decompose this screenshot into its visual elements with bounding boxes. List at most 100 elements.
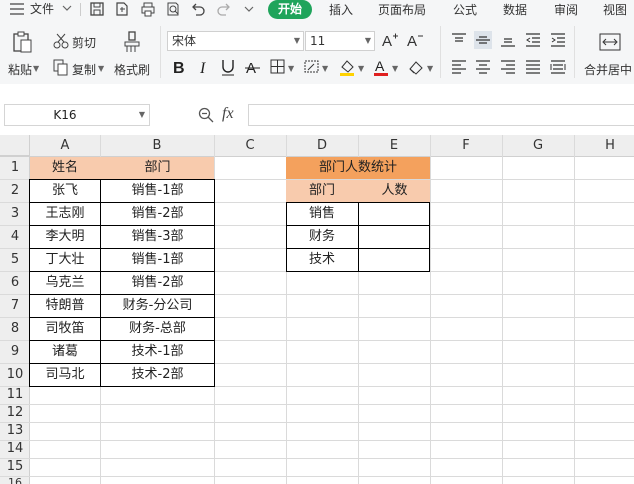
increase-font-size-icon[interactable]: A	[381, 31, 399, 49]
row-header-8[interactable]: 8	[0, 317, 30, 340]
column-header-a[interactable]: A	[30, 135, 100, 156]
merge-center-button[interactable]: 合并居中	[584, 61, 632, 78]
row-header-16[interactable]: 16	[0, 476, 30, 484]
cell-b4[interactable]: 销售-3部	[101, 225, 214, 248]
align-middle-icon[interactable]	[474, 31, 492, 49]
tab-view[interactable]: 视图	[603, 1, 627, 19]
fill-color-icon[interactable]	[338, 58, 356, 76]
chevron-down-icon[interactable]	[62, 2, 72, 17]
font-name-select[interactable]: 宋体 ▼	[167, 31, 304, 51]
insert-function-button[interactable]: fx	[222, 105, 234, 123]
cell-a4[interactable]: 李大明	[30, 225, 100, 248]
name-box[interactable]: K16 ▼	[4, 104, 150, 126]
row-header-9[interactable]: 9	[0, 340, 30, 363]
row-header-3[interactable]: 3	[0, 202, 30, 225]
cell-b1[interactable]: 部门	[101, 156, 214, 179]
cell-b10[interactable]: 技术-2部	[101, 363, 214, 386]
export-pdf-icon[interactable]	[114, 1, 130, 17]
row-header-2[interactable]: 2	[0, 179, 30, 202]
cell-d2[interactable]: 部门	[286, 179, 358, 202]
row-header-12[interactable]: 12	[0, 404, 30, 422]
cell-d3[interactable]: 销售	[286, 202, 358, 225]
cell-d4[interactable]: 财务	[286, 225, 358, 248]
paste-button[interactable]: 粘贴	[8, 61, 32, 78]
hamburger-menu-icon[interactable]	[10, 3, 24, 18]
column-header-d[interactable]: D	[286, 135, 358, 156]
cell-style-icon[interactable]	[303, 58, 321, 76]
row-header-13[interactable]: 13	[0, 422, 30, 440]
font-color-icon[interactable]: A	[372, 58, 390, 76]
clear-format-dropdown-icon[interactable]: ▼	[427, 64, 433, 73]
cell-e5[interactable]	[359, 248, 430, 271]
scissors-icon[interactable]	[52, 32, 70, 50]
cell-style-dropdown-icon[interactable]: ▼	[322, 64, 328, 73]
underline-icon[interactable]	[219, 58, 237, 76]
tab-formulas[interactable]: 公式	[453, 1, 477, 19]
tab-page-layout[interactable]: 页面布局	[378, 1, 426, 19]
save-icon[interactable]	[89, 1, 105, 17]
decrease-font-size-icon[interactable]: A	[406, 31, 424, 49]
row-header-1[interactable]: 1	[0, 156, 30, 179]
merge-center-icon[interactable]	[598, 32, 622, 52]
align-center-icon[interactable]	[474, 58, 492, 76]
row-header-6[interactable]: 6	[0, 271, 30, 294]
increase-indent-icon[interactable]	[549, 31, 567, 49]
cell-b6[interactable]: 销售-2部	[101, 271, 214, 294]
cell-a7[interactable]: 特朗普	[30, 294, 100, 317]
tab-data[interactable]: 数据	[503, 1, 527, 19]
print-icon[interactable]	[140, 1, 156, 17]
cell-e2[interactable]: 人数	[359, 179, 430, 202]
row-header-4[interactable]: 4	[0, 225, 30, 248]
cell-a8[interactable]: 司牧笛	[30, 317, 100, 340]
row-header-15[interactable]: 15	[0, 458, 30, 476]
cell-a3[interactable]: 王志刚	[30, 202, 100, 225]
cell-b3[interactable]: 销售-2部	[101, 202, 214, 225]
cell-a2[interactable]: 张飞	[30, 179, 100, 202]
tab-home[interactable]: 开始	[268, 0, 312, 19]
row-header-11[interactable]: 11	[0, 386, 30, 404]
row-header-14[interactable]: 14	[0, 440, 30, 458]
formula-input[interactable]	[248, 104, 634, 126]
fill-color-dropdown-icon[interactable]: ▼	[358, 64, 364, 73]
tab-review[interactable]: 审阅	[554, 1, 578, 19]
decrease-indent-icon[interactable]	[524, 31, 542, 49]
column-header-b[interactable]: B	[100, 135, 214, 156]
customize-toolbar-chevron-icon[interactable]	[244, 3, 254, 18]
cell-e3[interactable]	[359, 202, 430, 225]
cell-a1[interactable]: 姓名	[30, 156, 100, 179]
align-bottom-icon[interactable]	[499, 31, 517, 49]
cell-d5[interactable]: 技术	[286, 248, 358, 271]
paste-dropdown-icon[interactable]: ▼	[33, 64, 39, 73]
column-header-h[interactable]: H	[574, 135, 634, 156]
borders-dropdown-icon[interactable]: ▼	[288, 64, 294, 73]
row-header-7[interactable]: 7	[0, 294, 30, 317]
italic-icon[interactable]: I	[195, 58, 213, 76]
row-header-5[interactable]: 5	[0, 248, 30, 271]
column-header-e[interactable]: E	[358, 135, 430, 156]
copy-dropdown-icon[interactable]: ▼	[98, 64, 104, 73]
cell-b2[interactable]: 销售-1部	[101, 179, 214, 202]
paste-icon[interactable]	[10, 30, 34, 54]
justify-icon[interactable]	[524, 58, 542, 76]
strikethrough-icon[interactable]: A	[244, 58, 262, 76]
cell-b8[interactable]: 财务-总部	[101, 317, 214, 340]
align-left-icon[interactable]	[450, 58, 468, 76]
clear-format-icon[interactable]	[407, 58, 425, 76]
copy-icon[interactable]	[52, 58, 70, 76]
cell-b9[interactable]: 技术-1部	[101, 340, 214, 363]
cut-button[interactable]: 剪切	[72, 34, 96, 51]
font-color-dropdown-icon[interactable]: ▼	[392, 64, 398, 73]
file-menu[interactable]: 文件	[30, 0, 54, 18]
column-header-c[interactable]: C	[214, 135, 286, 156]
cell-b7[interactable]: 财务-分公司	[101, 294, 214, 317]
column-header-f[interactable]: F	[430, 135, 502, 156]
borders-icon[interactable]	[269, 58, 287, 76]
print-preview-icon[interactable]	[165, 1, 181, 17]
column-header-g[interactable]: G	[502, 135, 574, 156]
cell-a9[interactable]: 诸葛	[30, 340, 100, 363]
cell-a10[interactable]: 司马北	[30, 363, 100, 386]
font-size-select[interactable]: 11 ▼	[305, 31, 375, 51]
copy-button[interactable]: 复制	[72, 61, 96, 78]
undo-icon[interactable]	[190, 1, 206, 17]
row-header-10[interactable]: 10	[0, 363, 30, 386]
